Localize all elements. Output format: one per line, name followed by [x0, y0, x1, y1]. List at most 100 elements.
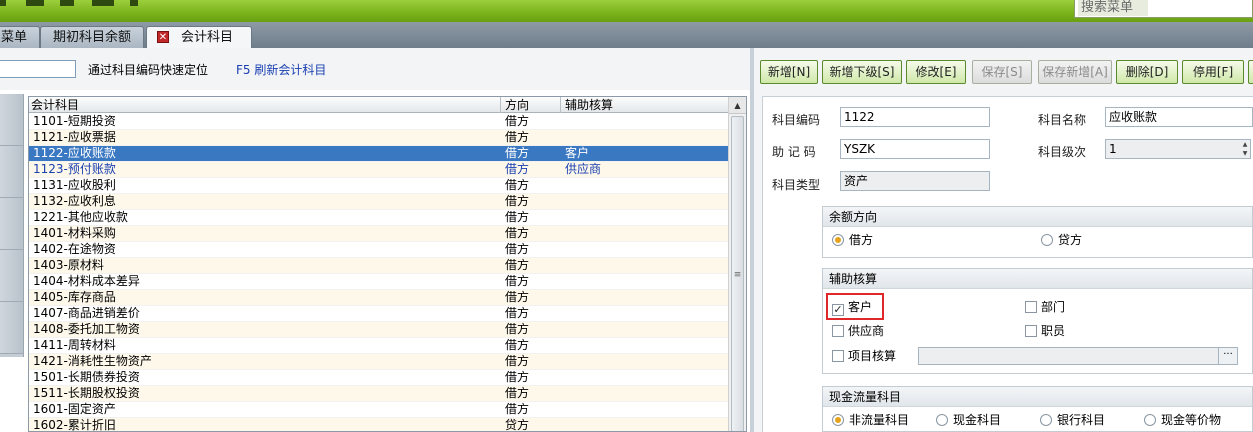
mnemonic-field[interactable]: YSZK: [840, 139, 990, 159]
balance-direction-group: 余额方向: [822, 206, 1253, 258]
aux-cell: [561, 258, 725, 274]
filter-bar: 通过科目编码快速定位 F5 刷新会计科目: [0, 48, 752, 90]
cash-radio[interactable]: 现金科目: [936, 413, 1001, 427]
table-row[interactable]: 1221-其他应收款 借方: [29, 210, 729, 226]
table-row[interactable]: 1601-固定资产 借方: [29, 402, 729, 418]
employee-checkbox[interactable]: 职员: [1025, 324, 1065, 338]
non-cash-radio[interactable]: 非流量科目: [832, 413, 909, 427]
table-row[interactable]: 1407-商品进销差价 借方: [29, 306, 729, 322]
table-row[interactable]: 1602-累计折旧 贷方: [29, 418, 729, 432]
disable-button[interactable]: 停用[F]: [1182, 60, 1244, 84]
left-nav-item[interactable]: [0, 146, 23, 198]
aux-cell: [561, 338, 725, 354]
table-row[interactable]: 1101-短期投资 借方: [29, 114, 729, 130]
code-label: 科目编码: [772, 113, 821, 127]
account-cell: 1401-材料采购: [33, 226, 116, 240]
more-toolbar-button[interactable]: [1248, 60, 1253, 84]
bank-radio[interactable]: 银行科目: [1040, 413, 1105, 427]
check-label: 职员: [1041, 324, 1066, 338]
supplier-checkbox[interactable]: 供应商: [832, 324, 884, 338]
add-child-button[interactable]: 新增下级[S]: [822, 60, 902, 84]
group-title: 余额方向: [823, 207, 1252, 227]
stepper-arrows-icon[interactable]: ▲ ▼: [1240, 140, 1250, 158]
radio-label: 非流量科目: [849, 413, 910, 427]
code-field[interactable]: 1122: [840, 107, 990, 127]
tab-label: 会计科目: [181, 30, 234, 45]
save-and-add-button[interactable]: 保存新增[A]: [1038, 60, 1112, 84]
aux-cell: [561, 242, 725, 258]
mnemonic-label: 助 记 码: [772, 145, 816, 159]
refresh-accounts-link[interactable]: F5 刷新会计科目: [236, 61, 326, 78]
scroll-up-icon[interactable]: ▲: [729, 97, 746, 114]
aux-cell: 供应商: [565, 162, 602, 176]
aux-cell: [561, 210, 725, 226]
aux-cell: [561, 226, 725, 242]
save-button[interactable]: 保存[S]: [972, 60, 1032, 84]
table-row[interactable]: 1411-周转材料 借方: [29, 338, 729, 354]
account-code-locate-input[interactable]: [0, 60, 76, 78]
direction-cell: 借方: [505, 210, 530, 224]
left-nav-item[interactable]: [0, 94, 23, 146]
add-button[interactable]: 新增[N]: [760, 60, 818, 84]
name-field[interactable]: 应收账款: [1105, 107, 1253, 127]
radio-off-icon: [1144, 414, 1156, 426]
direction-cell: 借方: [505, 274, 530, 288]
left-nav-item[interactable]: [0, 250, 23, 302]
tab-opening-balance[interactable]: 期初科目余额: [40, 26, 144, 48]
grid-rows: 1101-短期投资 借方 1121-应收票据 借方 1122-应收账款 借方 客户 1123-…: [29, 114, 729, 432]
table-row[interactable]: 1404-材料成本差异 借方: [29, 274, 729, 290]
tab-accounts[interactable]: ✕ 会计科目: [146, 26, 252, 49]
close-icon[interactable]: ✕: [157, 30, 169, 43]
account-cell: 1404-材料成本差异: [33, 274, 140, 288]
scroll-thumb[interactable]: ≡: [731, 116, 744, 431]
table-row[interactable]: 1501-长期债券投资 借方: [29, 370, 729, 386]
radio-label: 银行科目: [1057, 413, 1106, 427]
table-row[interactable]: 1131-应收股利 借方: [29, 178, 729, 194]
column-header-direction[interactable]: 方向: [501, 97, 561, 113]
direction-cell: 借方: [505, 354, 530, 368]
table-row[interactable]: 1132-应收利息 借方: [29, 194, 729, 210]
delete-button[interactable]: 删除[D]: [1116, 60, 1178, 84]
table-row[interactable]: 1123-预付账款 借方 供应商: [29, 162, 729, 178]
aux-cell: [561, 114, 725, 130]
radio-on-icon: [832, 414, 844, 426]
table-row[interactable]: 1421-消耗性生物资产 借方: [29, 354, 729, 370]
project-checkbox[interactable]: 项目核算: [832, 349, 896, 363]
department-checkbox[interactable]: 部门: [1025, 300, 1065, 314]
tab-menu[interactable]: 菜单: [0, 26, 40, 48]
table-row[interactable]: 1402-在途物资 借方: [29, 242, 729, 258]
app-logo: [0, 0, 180, 8]
aux-cell: [561, 194, 725, 210]
column-header-account[interactable]: 会计科目: [29, 97, 501, 113]
table-row[interactable]: 1121-应收票据 借方: [29, 130, 729, 146]
locate-hint: 通过科目编码快速定位: [88, 63, 209, 77]
aux-cell: 客户: [565, 146, 590, 160]
column-header-aux[interactable]: 辅助核算: [561, 97, 729, 113]
left-nav-item[interactable]: [0, 198, 23, 250]
aux-cell: [561, 306, 725, 322]
table-row[interactable]: 1122-应收账款 借方 客户: [29, 146, 729, 162]
menu-search-placeholder[interactable]: 搜索菜单: [1078, 0, 1148, 16]
table-row[interactable]: 1408-委托加工物资 借方: [29, 322, 729, 338]
edit-button[interactable]: 修改[E]: [906, 60, 966, 84]
aux-cell: [561, 418, 725, 431]
table-row[interactable]: 1405-库存商品 借方: [29, 290, 729, 306]
ellipsis-icon[interactable]: ···: [1218, 347, 1238, 365]
direction-cell: 贷方: [505, 418, 530, 432]
cash-equivalent-radio[interactable]: 现金等价物: [1144, 413, 1221, 427]
direction-cell: 借方: [505, 146, 530, 160]
left-nav-item[interactable]: [0, 302, 23, 354]
accounts-grid: 会计科目 方向 辅助核算 1101-短期投资 借方 1121-应收票据 借方 1122-…: [28, 96, 747, 432]
table-row[interactable]: 1511-长期股权投资 借方: [29, 386, 729, 402]
table-row[interactable]: 1401-材料采购 借方: [29, 226, 729, 242]
account-cell: 1402-在途物资: [33, 242, 116, 256]
type-field: 资产: [840, 171, 990, 191]
aux-cell: [561, 402, 725, 418]
tab-label: 期初科目余额: [53, 30, 132, 45]
table-row[interactable]: 1403-原材料 借方: [29, 258, 729, 274]
aux-cell: [561, 354, 725, 370]
credit-radio[interactable]: 贷方: [1041, 233, 1082, 247]
level-stepper[interactable]: 1 ▲ ▼: [1105, 139, 1251, 159]
grid-scrollbar[interactable]: ▲ ≡: [728, 97, 746, 431]
debit-radio[interactable]: 借方: [832, 233, 873, 247]
